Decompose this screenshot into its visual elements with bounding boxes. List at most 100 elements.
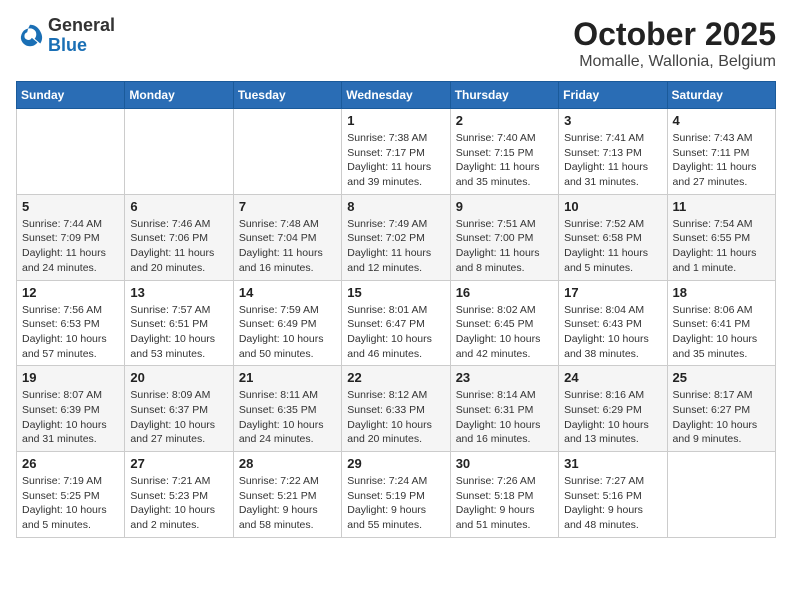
day-info: Sunrise: 8:02 AM Sunset: 6:45 PM Dayligh… [456,303,553,362]
day-info: Sunrise: 7:54 AM Sunset: 6:55 PM Dayligh… [673,217,770,276]
day-number: 20 [130,370,227,385]
day-info: Sunrise: 7:22 AM Sunset: 5:21 PM Dayligh… [239,474,336,533]
day-info: Sunrise: 7:52 AM Sunset: 6:58 PM Dayligh… [564,217,661,276]
calendar-cell: 11Sunrise: 7:54 AM Sunset: 6:55 PM Dayli… [667,194,775,280]
day-info: Sunrise: 7:46 AM Sunset: 7:06 PM Dayligh… [130,217,227,276]
calendar-cell: 20 Sunrise: 8:09 AM Sunset: 6:37 PM Dayli… [125,366,233,452]
header-saturday: Saturday [667,82,775,109]
day-info: Sunrise: 7:48 AM Sunset: 7:04 PM Dayligh… [239,217,336,276]
header-sunday: Sunday [17,82,125,109]
calendar-week-row: 1Sunrise: 7:38 AM Sunset: 7:17 PM Daylig… [17,109,776,195]
day-number: 13 [130,285,227,300]
day-info: Sunrise: 7:40 AM Sunset: 7:15 PM Dayligh… [456,131,553,190]
calendar-cell: 23 Sunrise: 8:14 AM Sunset: 6:31 PM Dayli… [450,366,558,452]
day-number: 19 [22,370,119,385]
calendar-cell: 28 Sunrise: 7:22 AM Sunset: 5:21 PM Dayli… [233,452,341,538]
calendar-cell: 14Sunrise: 7:59 AM Sunset: 6:49 PM Dayli… [233,280,341,366]
day-info: Sunrise: 8:12 AM Sunset: 6:33 PM Dayligh… [347,388,444,447]
calendar-week-row: 5Sunrise: 7:44 AM Sunset: 7:09 PM Daylig… [17,194,776,280]
day-info: Sunrise: 7:57 AM Sunset: 6:51 PM Dayligh… [130,303,227,362]
day-number: 4 [673,113,770,128]
calendar-cell: 9Sunrise: 7:51 AM Sunset: 7:00 PM Daylig… [450,194,558,280]
calendar-cell: 19Sunrise: 8:07 AM Sunset: 6:39 PM Dayli… [17,366,125,452]
day-info: Sunrise: 8:17 AM Sunset: 6:27 PM Dayligh… [673,388,770,447]
calendar-cell: 29 Sunrise: 7:24 AM Sunset: 5:19 PM Dayli… [342,452,450,538]
day-info: Sunrise: 7:19 AM Sunset: 5:25 PM Dayligh… [22,474,119,533]
day-number: 16 [456,285,553,300]
calendar-cell [125,109,233,195]
calendar-cell: 25 Sunrise: 8:17 AM Sunset: 6:27 PM Dayli… [667,366,775,452]
calendar-week-row: 26 Sunrise: 7:19 AM Sunset: 5:25 PM Dayli… [17,452,776,538]
day-number: 22 [347,370,444,385]
day-number: 12 [22,285,119,300]
day-info: Sunrise: 8:14 AM Sunset: 6:31 PM Dayligh… [456,388,553,447]
day-info: Sunrise: 7:49 AM Sunset: 7:02 PM Dayligh… [347,217,444,276]
day-number: 31 [564,456,661,471]
calendar-cell: 15Sunrise: 8:01 AM Sunset: 6:47 PM Dayli… [342,280,450,366]
calendar-cell: 30 Sunrise: 7:26 AM Sunset: 5:18 PM Dayli… [450,452,558,538]
header-thursday: Thursday [450,82,558,109]
calendar-table: Sunday Monday Tuesday Wednesday Thursday… [16,81,776,538]
calendar-cell: 16 Sunrise: 8:02 AM Sunset: 6:45 PM Dayli… [450,280,558,366]
calendar-cell: 8Sunrise: 7:49 AM Sunset: 7:02 PM Daylig… [342,194,450,280]
day-info: Sunrise: 7:38 AM Sunset: 7:17 PM Dayligh… [347,131,444,190]
calendar-cell [667,452,775,538]
calendar-cell: 7Sunrise: 7:48 AM Sunset: 7:04 PM Daylig… [233,194,341,280]
day-number: 28 [239,456,336,471]
calendar-cell: 12 Sunrise: 7:56 AM Sunset: 6:53 PM Dayli… [17,280,125,366]
day-number: 14 [239,285,336,300]
day-number: 17 [564,285,661,300]
calendar-cell: 26 Sunrise: 7:19 AM Sunset: 5:25 PM Dayli… [17,452,125,538]
calendar-cell: 21 Sunrise: 8:11 AM Sunset: 6:35 PM Dayli… [233,366,341,452]
calendar-cell: 31Sunrise: 7:27 AM Sunset: 5:16 PM Dayli… [559,452,667,538]
calendar-cell: 10 Sunrise: 7:52 AM Sunset: 6:58 PM Dayli… [559,194,667,280]
day-info: Sunrise: 7:44 AM Sunset: 7:09 PM Dayligh… [22,217,119,276]
calendar-cell: 3 Sunrise: 7:41 AM Sunset: 7:13 PM Daylig… [559,109,667,195]
calendar-cell: 18 Sunrise: 8:06 AM Sunset: 6:41 PM Dayli… [667,280,775,366]
calendar-cell: 1Sunrise: 7:38 AM Sunset: 7:17 PM Daylig… [342,109,450,195]
day-number: 3 [564,113,661,128]
day-info: Sunrise: 7:41 AM Sunset: 7:13 PM Dayligh… [564,131,661,190]
calendar-week-row: 19Sunrise: 8:07 AM Sunset: 6:39 PM Dayli… [17,366,776,452]
title-area: October 2025 Momalle, Wallonia, Belgium [573,16,776,71]
calendar-week-row: 12 Sunrise: 7:56 AM Sunset: 6:53 PM Dayli… [17,280,776,366]
day-number: 6 [130,199,227,214]
day-info: Sunrise: 7:21 AM Sunset: 5:23 PM Dayligh… [130,474,227,533]
day-info: Sunrise: 8:06 AM Sunset: 6:41 PM Dayligh… [673,303,770,362]
day-number: 18 [673,285,770,300]
location-title: Momalle, Wallonia, Belgium [573,53,776,71]
header-monday: Monday [125,82,233,109]
calendar-cell: 6 Sunrise: 7:46 AM Sunset: 7:06 PM Daylig… [125,194,233,280]
day-info: Sunrise: 8:09 AM Sunset: 6:37 PM Dayligh… [130,388,227,447]
day-info: Sunrise: 7:43 AM Sunset: 7:11 PM Dayligh… [673,131,770,190]
calendar-cell: 17 Sunrise: 8:04 AM Sunset: 6:43 PM Dayli… [559,280,667,366]
weekday-header-row: Sunday Monday Tuesday Wednesday Thursday… [17,82,776,109]
calendar-cell: 2Sunrise: 7:40 AM Sunset: 7:15 PM Daylig… [450,109,558,195]
day-number: 9 [456,199,553,214]
day-info: Sunrise: 7:26 AM Sunset: 5:18 PM Dayligh… [456,474,553,533]
day-info: Sunrise: 8:04 AM Sunset: 6:43 PM Dayligh… [564,303,661,362]
header-friday: Friday [559,82,667,109]
day-number: 30 [456,456,553,471]
logo-text: General Blue [48,16,115,56]
calendar-cell [233,109,341,195]
calendar-cell: 4 Sunrise: 7:43 AM Sunset: 7:11 PM Daylig… [667,109,775,195]
day-info: Sunrise: 8:01 AM Sunset: 6:47 PM Dayligh… [347,303,444,362]
logo-blue-text: Blue [48,36,115,56]
day-number: 23 [456,370,553,385]
calendar-cell: 27Sunrise: 7:21 AM Sunset: 5:23 PM Dayli… [125,452,233,538]
header-tuesday: Tuesday [233,82,341,109]
logo: General Blue [16,16,115,56]
calendar-cell: 13 Sunrise: 7:57 AM Sunset: 6:51 PM Dayli… [125,280,233,366]
day-number: 29 [347,456,444,471]
month-title: October 2025 [573,16,776,53]
day-number: 25 [673,370,770,385]
day-number: 21 [239,370,336,385]
logo-general-text: General [48,16,115,36]
day-number: 10 [564,199,661,214]
day-number: 26 [22,456,119,471]
day-info: Sunrise: 8:11 AM Sunset: 6:35 PM Dayligh… [239,388,336,447]
day-info: Sunrise: 7:56 AM Sunset: 6:53 PM Dayligh… [22,303,119,362]
calendar-cell [17,109,125,195]
day-info: Sunrise: 7:24 AM Sunset: 5:19 PM Dayligh… [347,474,444,533]
